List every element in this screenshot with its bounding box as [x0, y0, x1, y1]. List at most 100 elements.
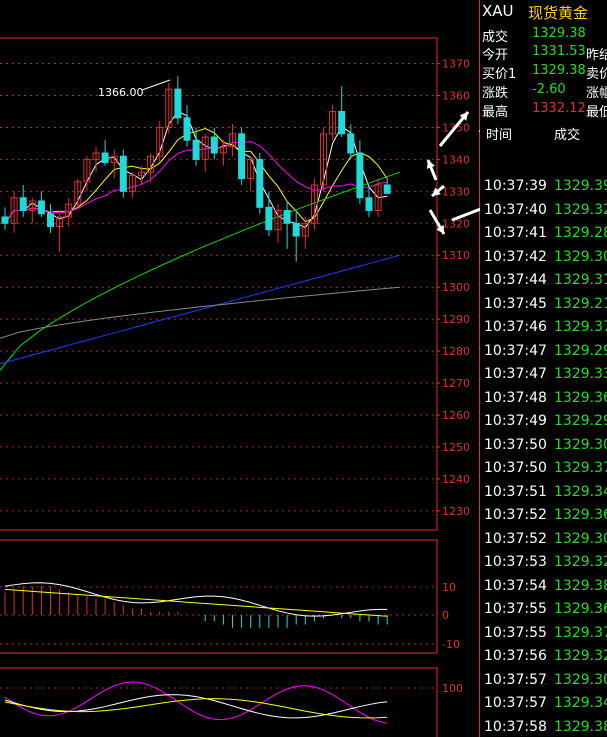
- trade-row: 10:37:47 1329.29: [482, 341, 607, 365]
- trade-price: 1329.33: [554, 366, 607, 382]
- quote-row: 最高 1332.12 最低: [482, 101, 607, 120]
- price-tick-label: 1360: [442, 90, 470, 103]
- trade-list[interactable]: 10:37:39 1329.39 10:37:40 1329.32 10:37:41…: [482, 176, 607, 737]
- macd-dea-line: [4, 588, 388, 617]
- candle-body: [1, 216, 9, 224]
- trade-price: 1329.37: [554, 460, 607, 476]
- quote-row: 买价1 1329.38 卖价: [482, 63, 607, 82]
- price-tick-label: 1340: [442, 153, 470, 166]
- trade-row: 10:37:55 1329.36: [482, 599, 607, 623]
- candle-body: [37, 200, 45, 215]
- trade-row: 10:37:50 1329.37: [482, 458, 607, 482]
- macd-panel: [4, 582, 388, 628]
- quote-value: 1329.38: [532, 26, 586, 41]
- price-tick-label: 1370: [442, 58, 470, 71]
- quote-row: 今开 1331.53 昨结: [482, 44, 607, 63]
- trade-row: 10:37:39 1329.39: [482, 176, 607, 200]
- trade-time: 10:37:58: [484, 718, 547, 735]
- trade-time: 10:37:40: [484, 201, 547, 218]
- trade-row: 10:37:50 1329.30: [482, 435, 607, 459]
- trade-price: 1329.36: [554, 601, 607, 617]
- candle-body: [174, 88, 182, 119]
- quote-label: 成交: [482, 30, 509, 45]
- candle-body: [383, 184, 391, 194]
- macd-tick-label: -10: [442, 638, 460, 651]
- trade-row: 10:37:47 1329.33: [482, 364, 607, 388]
- trade-time: 10:37:50: [484, 460, 547, 476]
- trade-price: 1329.36: [554, 507, 607, 523]
- quote-label2: 涨幅: [586, 86, 607, 101]
- trade-price: 1329.39: [554, 178, 607, 194]
- trade-price: 1329.32: [554, 554, 607, 570]
- trade-price: 1329.30: [554, 530, 607, 547]
- candle-body: [192, 139, 200, 160]
- symbol-code: XAU: [482, 2, 514, 20]
- trade-row: 10:37:54 1329.38: [482, 576, 607, 600]
- price-tick-label: 1240: [442, 473, 470, 486]
- trade-time: 10:37:52: [484, 530, 547, 547]
- trade-time: 10:37:57: [484, 695, 547, 711]
- trade-row: 10:37:52 1329.36: [482, 505, 607, 529]
- trade-row: 10:37:53 1329.32: [482, 552, 607, 576]
- kdj-k-line: [4, 694, 388, 719]
- kdj-panel-border: [0, 667, 438, 737]
- quote-label: 今开: [482, 48, 509, 63]
- trade-time: 10:37:54: [484, 577, 547, 594]
- macd-dif-line: [4, 582, 388, 617]
- kline-chart[interactable]: 1370136013501340133013201310130012901280…: [0, 0, 480, 737]
- trade-price: 1329.37: [554, 319, 607, 335]
- candle-body: [347, 133, 355, 154]
- candle-body: [47, 213, 54, 227]
- trade-row: 10:37:48 1329.36: [482, 388, 607, 412]
- quote-label: 最高: [482, 105, 509, 120]
- trade-row: 10:37:49 1329.29: [482, 411, 607, 435]
- trade-row: 10:37:55 1329.37: [482, 623, 607, 647]
- price-tick-label: 1310: [442, 249, 470, 262]
- candle-body: [183, 117, 191, 141]
- trade-price: 1329.30: [554, 671, 607, 688]
- trade-row: 10:37:51 1329.34: [482, 482, 607, 506]
- trade-time: 10:37:39: [484, 178, 547, 194]
- trade-time: 10:37:49: [484, 413, 547, 429]
- trade-time: 10:37:41: [484, 225, 547, 241]
- trade-price: 1329.34: [554, 483, 607, 500]
- quote-value: 1331.53: [532, 44, 586, 59]
- price-tick-label: 1260: [442, 409, 470, 422]
- trade-row: 10:37:46 1329.37: [482, 317, 607, 341]
- quote-value: 1332.12: [532, 101, 586, 116]
- kdj-panel: [4, 681, 388, 724]
- trade-price: 1329.29: [554, 342, 607, 359]
- price-tick-label: 1290: [442, 313, 470, 326]
- trade-price: 1329.36: [554, 389, 607, 406]
- high-annotation-label: 1366.00: [98, 86, 144, 99]
- trade-price: 1329.28: [554, 225, 607, 241]
- candle-body: [238, 133, 246, 180]
- trade-row: 10:37:57 1329.34: [482, 693, 607, 717]
- trade-time: 10:37:42: [484, 248, 547, 265]
- candle-body: [356, 152, 364, 199]
- trade-price: 1329.32: [554, 201, 607, 218]
- trade-row: 10:37:44 1329.31: [482, 270, 607, 294]
- trade-price: 1329.31: [554, 272, 607, 288]
- candle-body: [265, 206, 273, 231]
- candle-body: [256, 158, 264, 208]
- candle-body: [365, 197, 373, 212]
- trade-time: 10:37:46: [484, 319, 547, 335]
- trade-row: 10:37:52 1329.30: [482, 529, 607, 553]
- macd-tick-label: 0: [442, 609, 449, 622]
- trade-price: 1329.32: [554, 648, 607, 664]
- price-tick-label: 1270: [442, 377, 470, 390]
- trade-time: 10:37:57: [484, 671, 547, 688]
- trade-price: 1329.34: [554, 695, 607, 711]
- candle-body: [338, 110, 346, 135]
- quote-label: 买价1: [482, 67, 517, 82]
- trade-time: 10:37:45: [484, 295, 547, 312]
- trade-row: 10:37:57 1329.30: [482, 670, 607, 694]
- trade-time: 10:37:56: [484, 648, 547, 664]
- trade-row: 10:37:40 1329.32: [482, 200, 607, 224]
- macd-tick-label: 10: [442, 581, 456, 594]
- candle-body: [101, 152, 109, 164]
- quote-label2: 最低: [586, 105, 607, 120]
- trade-time: 10:37:47: [484, 366, 547, 382]
- trade-row: 10:37:42 1329.30: [482, 247, 607, 271]
